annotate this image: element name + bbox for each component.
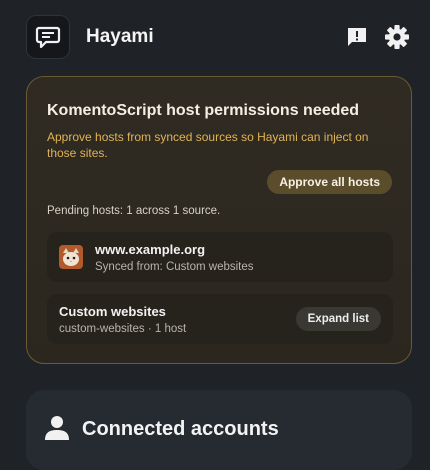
app-header: Hayami — [26, 14, 412, 60]
feedback-icon — [348, 28, 366, 46]
pending-host-row: www.example.org Synced from: Custom webs… — [47, 232, 393, 282]
gear-icon — [385, 25, 409, 49]
pending-hosts-summary: Pending hosts: 1 across 1 source. — [47, 205, 221, 217]
source-detail: custom-websites · 1 host — [59, 323, 187, 335]
permissions-title: KomentoScript host permissions needed — [47, 102, 360, 119]
feedback-button[interactable] — [342, 22, 372, 52]
app-title: Hayami — [86, 26, 154, 47]
approve-all-hosts-button[interactable]: Approve all hosts — [267, 170, 392, 194]
user-icon — [44, 414, 70, 445]
connected-accounts-card: Connected accounts — [26, 390, 412, 470]
source-name: Custom websites — [59, 304, 166, 319]
accounts-title: Connected accounts — [82, 418, 279, 440]
settings-button[interactable] — [382, 22, 412, 52]
host-synced-from: Synced from: Custom websites — [95, 261, 254, 273]
host-domain: www.example.org — [95, 242, 206, 257]
host-permissions-card: KomentoScript host permissions needed Ap… — [26, 76, 412, 364]
permissions-description: Approve hosts from synced sources so Hay… — [47, 130, 369, 160]
expand-list-button[interactable]: Expand list — [295, 307, 381, 331]
source-row: Custom websites custom-websites · 1 host… — [47, 294, 393, 344]
cat-favicon-icon — [59, 245, 83, 269]
chat-bubble-icon — [26, 15, 70, 59]
